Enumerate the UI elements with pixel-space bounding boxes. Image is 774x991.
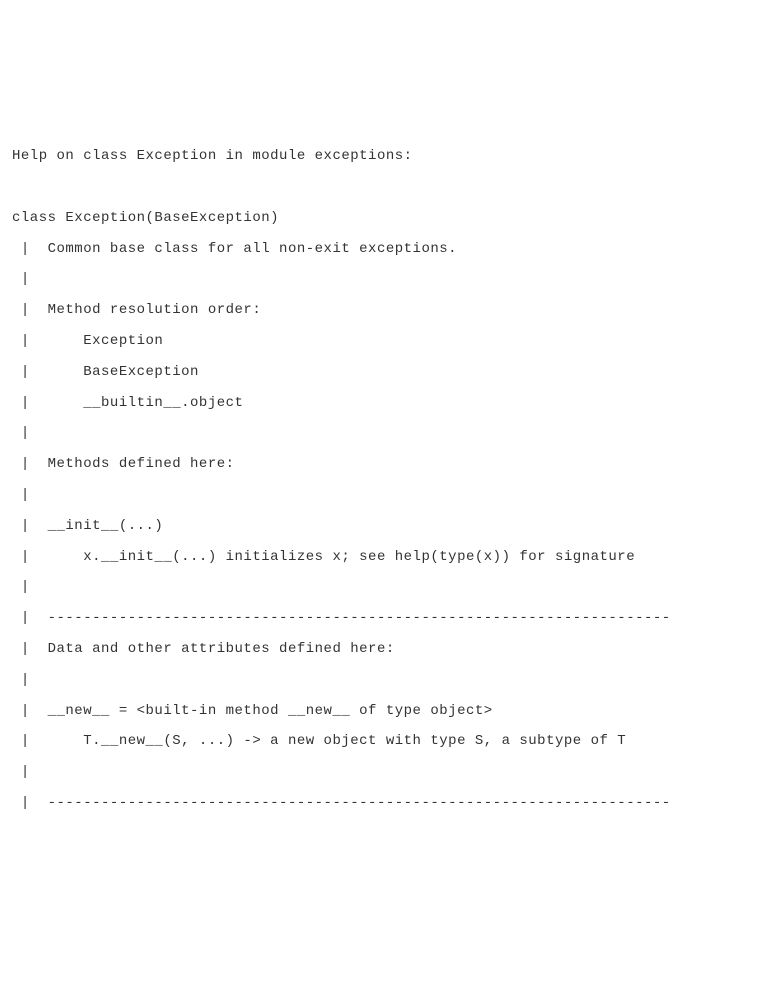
help-line: | Method resolution order: (12, 295, 762, 326)
help-line (12, 172, 762, 203)
help-line: | T.__new__(S, ...) -> a new object with… (12, 726, 762, 757)
help-line: | Common base class for all non-exit exc… (12, 234, 762, 265)
help-line: | --------------------------------------… (12, 603, 762, 634)
help-line: | --------------------------------------… (12, 788, 762, 819)
help-line: | (12, 480, 762, 511)
help-line: | x.__init__(...) initializes x; see hel… (12, 542, 762, 573)
help-line: | (12, 757, 762, 788)
help-line: class Exception(BaseException) (12, 203, 762, 234)
help-line: | (12, 264, 762, 295)
help-line: | BaseException (12, 357, 762, 388)
help-line: | Exception (12, 326, 762, 357)
help-line: | __new__ = <built-in method __new__ of … (12, 696, 762, 727)
help-line: Help on class Exception in module except… (12, 141, 762, 172)
help-line: | (12, 665, 762, 696)
help-line: | Methods defined here: (12, 449, 762, 480)
help-line: | __init__(...) (12, 511, 762, 542)
help-line: | __builtin__.object (12, 388, 762, 419)
help-line: | Data and other attributes defined here… (12, 634, 762, 665)
help-output: Help on class Exception in module except… (12, 141, 762, 819)
help-line: | (12, 418, 762, 449)
help-line: | (12, 572, 762, 603)
